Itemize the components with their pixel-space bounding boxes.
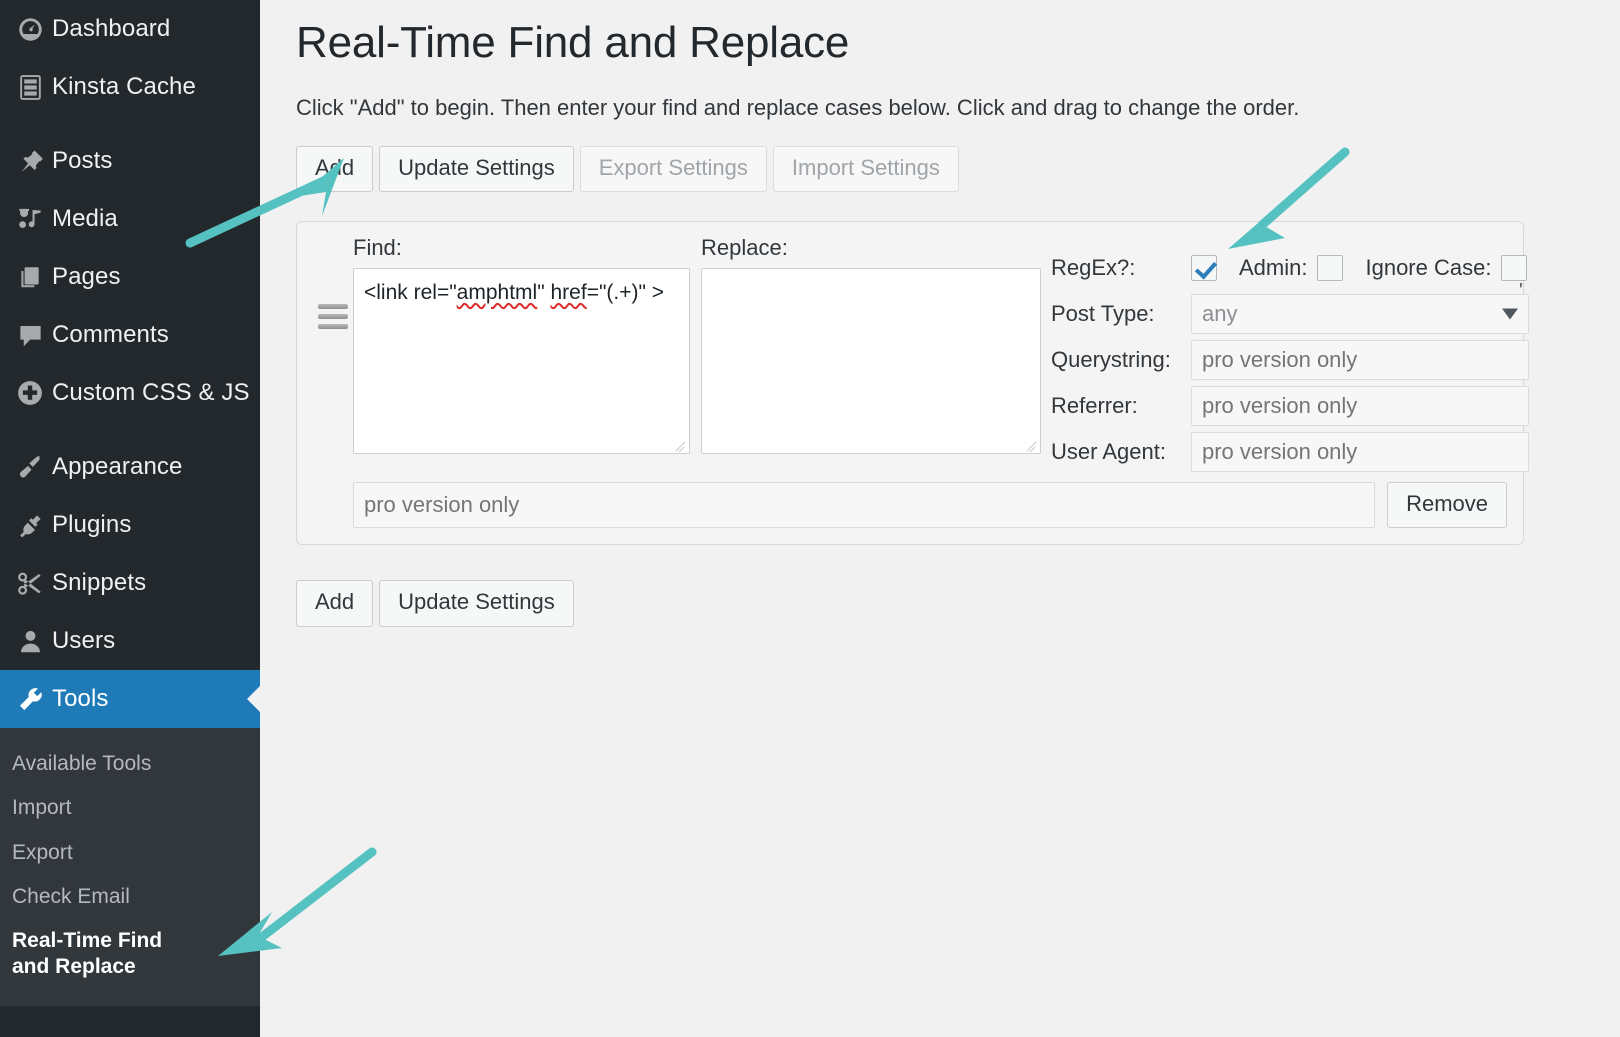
sidebar-item-label: Posts [52,148,113,174]
sidebar-item-pages[interactable]: Pages [0,248,260,306]
querystring-input[interactable] [1191,340,1529,380]
ignore-case-checkbox[interactable] [1501,255,1527,281]
plug-icon [8,512,52,539]
sidebar-item-label: Custom CSS & JS [52,380,250,406]
sidebar-item-label: Dashboard [52,16,170,42]
sidebar-item-label: Users [52,628,115,654]
replace-field-group: Replace: [701,236,1041,454]
referrer-label: Referrer: [1051,394,1191,418]
find-textarea[interactable]: <link rel="amphtml" href="(.+)" > [353,268,690,454]
find-label: Find: [353,236,690,260]
admin-label: Admin: [1239,256,1307,280]
update-settings-button-bottom[interactable]: Update Settings [379,580,574,626]
referrer-input[interactable] [1191,386,1529,426]
sidebar-item-label: Comments [52,322,169,348]
comment-bubble-icon [8,322,52,349]
sidebar-item-label: Plugins [52,512,131,538]
replace-label: Replace: [701,236,1041,260]
add-button-bottom[interactable]: Add [296,580,373,626]
chevron-down-icon [1502,309,1518,320]
sidebar-item-plugins[interactable]: Plugins [0,496,260,554]
submenu-item-export[interactable]: Export [0,831,260,875]
sidebar-item-label: Tools [52,686,109,712]
media-icon [8,206,52,233]
flags-row: RegEx?: Admin: Ignore Case: [1051,248,1529,288]
user-icon [8,628,52,655]
find-field-group: Find: <link rel="amphtml" href="(.+)" > [353,236,690,454]
user-agent-label: User Agent: [1051,440,1191,464]
stray-quote-glyph: ' [1519,280,1523,303]
sidebar-item-label: Snippets [52,570,146,596]
add-button-top[interactable]: Add [296,146,373,192]
sidebar-item-dashboard[interactable]: Dashboard [0,0,260,58]
bottom-toolbar: Add Update Settings [296,580,1620,626]
submenu-item-import[interactable]: Import [0,786,260,830]
sidebar-item-snippets[interactable]: Snippets [0,554,260,612]
submenu-item-available-tools[interactable]: Available Tools [0,742,260,786]
current-menu-pointer [247,685,261,713]
post-type-row: Post Type: any [1051,294,1529,334]
main-content: Real-Time Find and Replace Click "Add" t… [260,0,1620,1037]
submenu-item-real-time-find-and-replace[interactable]: Real-Time Find and Replace [0,919,200,990]
replace-textarea[interactable] [701,268,1041,454]
querystring-label: Querystring: [1051,348,1191,372]
find-replace-rule-panel: Find: <link rel="amphtml" href="(.+)" > … [296,221,1524,545]
top-toolbar: Add Update Settings Export Settings Impo… [296,146,1620,192]
sidebar-item-label: Appearance [52,454,182,480]
sidebar-item-label: Kinsta Cache [52,74,196,100]
sidebar-item-media[interactable]: Media [0,190,260,248]
rule-options: RegEx?: Admin: Ignore Case: Post Type: a… [1051,236,1529,472]
pin-icon [8,148,52,175]
regex-label: RegEx?: [1051,256,1191,280]
referrer-row: Referrer: [1051,386,1529,426]
regex-checkbox[interactable] [1191,255,1217,281]
drag-handle-icon[interactable] [313,236,353,329]
sidebar-item-users[interactable]: Users [0,612,260,670]
page-description: Click "Add" to begin. Then enter your fi… [296,95,1620,121]
user-agent-input[interactable] [1191,432,1529,472]
server-icon [8,74,52,101]
dashboard-icon [8,16,52,43]
sidebar-item-comments[interactable]: Comments [0,306,260,364]
update-settings-button-top[interactable]: Update Settings [379,146,574,192]
paintbrush-icon [8,454,52,481]
export-settings-button[interactable]: Export Settings [580,146,767,192]
post-type-select[interactable]: any [1191,294,1529,334]
plus-circle-icon [8,379,52,407]
import-settings-button[interactable]: Import Settings [773,146,959,192]
user-agent-row: User Agent: [1051,432,1529,472]
sidebar-item-posts[interactable]: Posts [0,132,260,190]
page-title: Real-Time Find and Replace [296,0,1620,68]
ignore-case-label: Ignore Case: [1365,256,1491,280]
post-type-value: any [1202,301,1237,327]
pages-icon [8,264,52,291]
submenu-item-check-email[interactable]: Check Email [0,875,260,919]
admin-checkbox[interactable] [1317,255,1343,281]
comment-input[interactable] [353,482,1375,528]
post-type-label: Post Type: [1051,302,1191,326]
sidebar-item-tools[interactable]: Tools [0,670,260,728]
sidebar-item-label: Pages [52,264,121,290]
tools-submenu: Available Tools Import Export Check Emai… [0,728,260,1006]
remove-rule-button[interactable]: Remove [1387,482,1507,528]
admin-sidebar: Dashboard Kinsta Cache Posts [0,0,260,1037]
sidebar-item-custom-css-js[interactable]: Custom CSS & JS [0,364,260,422]
querystring-row: Querystring: [1051,340,1529,380]
rule-footer-row: Remove [313,482,1507,528]
sidebar-item-appearance[interactable]: Appearance [0,438,260,496]
scissors-icon [8,570,52,597]
wrench-icon [8,686,52,713]
wordpress-admin-screen: Dashboard Kinsta Cache Posts [0,0,1620,1037]
sidebar-item-label: Media [52,206,118,232]
sidebar-item-kinsta-cache[interactable]: Kinsta Cache [0,58,260,116]
